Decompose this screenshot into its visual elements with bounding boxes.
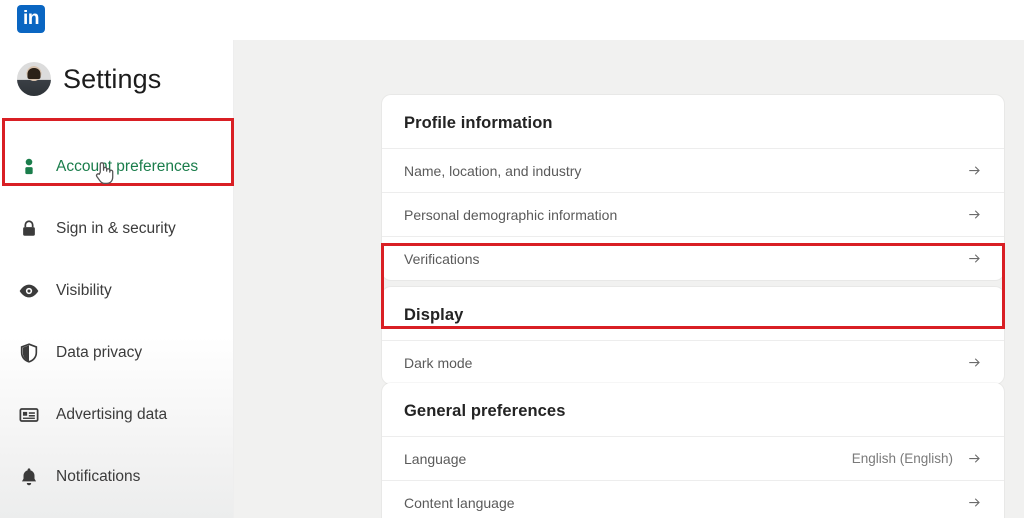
card-title: Profile information bbox=[404, 114, 553, 132]
row-language[interactable]: Language English (English) bbox=[382, 436, 1004, 480]
sidebar-item-notifications[interactable]: Notifications bbox=[0, 446, 234, 508]
shield-icon bbox=[20, 343, 38, 363]
arrow-right-icon bbox=[969, 358, 980, 367]
sidebar-item-account-preferences[interactable]: Account preferences bbox=[0, 136, 234, 198]
card-title: General preferences bbox=[404, 402, 566, 420]
row-personal-demographic-information[interactable]: Personal demographic information bbox=[382, 192, 1004, 236]
row-label: Content language bbox=[404, 494, 515, 511]
sidebar-item-label: Visibility bbox=[56, 282, 112, 299]
sidebar-item-advertising-data[interactable]: Advertising data bbox=[0, 384, 234, 446]
row-content-language[interactable]: Content language bbox=[382, 480, 1004, 518]
sidebar-item-label: Notifications bbox=[56, 468, 141, 485]
linkedin-settings-page: in Settings Account preferences Sign in … bbox=[0, 0, 1024, 518]
sidebar-item-sign-in-security[interactable]: Sign in & security bbox=[0, 198, 234, 260]
settings-main-content: Profile information Name, location, and … bbox=[234, 40, 1024, 518]
row-name-location-industry[interactable]: Name, location, and industry bbox=[382, 148, 1004, 192]
sidebar-item-visibility[interactable]: Visibility bbox=[0, 260, 234, 322]
arrow-right-icon bbox=[969, 254, 980, 263]
bell-icon bbox=[21, 468, 37, 486]
sidebar-item-label: Data privacy bbox=[56, 344, 143, 361]
row-verifications[interactable]: Verifications bbox=[382, 236, 1004, 280]
arrow-right-icon bbox=[969, 454, 980, 463]
sidebar-item-label: Advertising data bbox=[56, 406, 168, 423]
row-value: English (English) bbox=[851, 451, 953, 466]
sidebar-item-label: Account preferences bbox=[56, 158, 199, 175]
linkedin-logo-icon[interactable]: in bbox=[17, 5, 45, 33]
person-icon bbox=[25, 158, 33, 175]
arrow-right-icon bbox=[969, 210, 980, 219]
row-label: Name, location, and industry bbox=[404, 162, 582, 179]
card-display: Display Dark mode bbox=[382, 287, 1004, 384]
sidebar-item-label: Sign in & security bbox=[56, 220, 176, 237]
linkedin-logo-text: in bbox=[23, 7, 39, 29]
row-label: Personal demographic information bbox=[404, 206, 618, 223]
global-header: in bbox=[0, 0, 1024, 40]
lock-icon bbox=[23, 220, 35, 236]
settings-header: Settings bbox=[17, 62, 161, 96]
settings-sidebar: Settings Account preferences Sign in & s… bbox=[0, 40, 234, 518]
arrow-right-icon bbox=[969, 498, 980, 507]
pointing-hand-cursor-icon bbox=[95, 162, 114, 184]
card-profile-information: Profile information Name, location, and … bbox=[382, 95, 1004, 280]
eye-icon bbox=[19, 284, 39, 298]
arrow-right-icon bbox=[969, 166, 980, 175]
card-title: Display bbox=[404, 306, 464, 324]
page-title: Settings bbox=[63, 63, 162, 94]
row-label: Verifications bbox=[404, 250, 480, 267]
settings-nav: Account preferences Sign in & security V… bbox=[0, 136, 234, 508]
row-label: Language bbox=[404, 450, 467, 467]
card-general-preferences: General preferences Language English (En… bbox=[382, 383, 1004, 518]
user-avatar[interactable] bbox=[17, 62, 51, 96]
ad-card-icon bbox=[19, 408, 39, 422]
sidebar-item-data-privacy[interactable]: Data privacy bbox=[0, 322, 234, 384]
row-label: Dark mode bbox=[404, 354, 473, 371]
row-dark-mode[interactable]: Dark mode bbox=[382, 340, 1004, 384]
